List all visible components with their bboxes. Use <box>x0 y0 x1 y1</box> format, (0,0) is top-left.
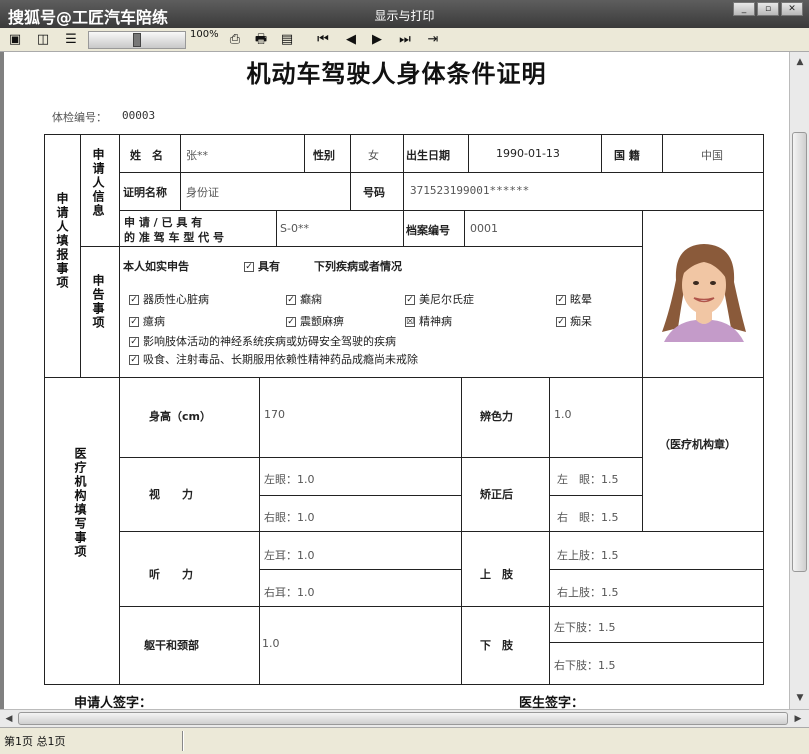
idno-value: 371523199001****** <box>410 184 530 197</box>
toolbar: ▣ ◫ ☰ 100% ⎙ 🖶 ▤ ⏮ ◀ ▶ ⏭ ⇥ <box>0 28 809 52</box>
name-value: 张** <box>186 149 208 162</box>
disease-item[interactable]: ✓ 吸食、注射毒品、长期服用依赖性精神药品成瘾尚未戒除 <box>129 351 418 367</box>
hearing-left: 左耳：1.0 <box>264 549 315 562</box>
upper-limb-label: 上 肢 <box>480 568 513 581</box>
license-value: S-0** <box>280 222 309 235</box>
first-page-icon[interactable]: ⏮ <box>314 31 332 49</box>
prev-page-icon[interactable]: ◀ <box>342 31 360 49</box>
exam-no-value: 00003 <box>122 109 156 122</box>
nation-label: 国 籍 <box>614 149 640 162</box>
disease-item[interactable]: ✓ 震颤麻痹 <box>286 313 344 329</box>
torso-value: 1.0 <box>262 637 280 650</box>
disease-item[interactable]: ✓ 美尼尔氏症 <box>405 291 474 307</box>
height-label: 身高（cm） <box>149 410 211 423</box>
applicant-signature-label: 申请人签字： <box>74 696 153 709</box>
zoom-value: 100% <box>190 29 219 40</box>
status-separator <box>182 731 184 751</box>
corrected-left: 左 眼：1.5 <box>557 473 619 486</box>
export-icon[interactable]: ▤ <box>278 31 296 49</box>
idno-label: 号码 <box>363 186 385 199</box>
declare-intro: 本人如实申告 <box>123 260 189 273</box>
declare-section-label: 申告事项 <box>91 274 105 330</box>
color-value: 1.0 <box>554 408 572 421</box>
stamp-label: （医疗机构章） <box>659 438 736 451</box>
vertical-scrollbar[interactable]: ▲ ▼ <box>789 52 809 709</box>
exit-icon[interactable]: ⇥ <box>424 31 442 49</box>
exam-no-label: 体检编号： <box>52 111 107 124</box>
medical-section-label: 医疗机构填写事项 <box>73 447 87 559</box>
hearing-label: 听 力 <box>149 568 193 581</box>
applicant-photo <box>662 244 746 342</box>
status-bar: 第1页 总1页 <box>0 727 809 754</box>
disease-item[interactable]: ☒ 精神病 <box>405 313 452 329</box>
window-title: 显示与打印 <box>374 9 435 23</box>
corrected-label: 矫正后 <box>480 488 513 501</box>
color-label: 辨色力 <box>480 410 513 423</box>
idtype-label: 证明名称 <box>123 186 167 199</box>
vision-left: 左眼：1.0 <box>264 473 315 486</box>
nation-value: 中国 <box>701 149 723 162</box>
info-section-label: 申请人信息 <box>91 148 105 218</box>
lower-limb-label: 下 肢 <box>480 639 513 652</box>
height-value: 170 <box>264 408 285 421</box>
scroll-up-icon[interactable]: ▲ <box>792 54 808 70</box>
declare-have: ✓ 具有 <box>244 260 280 273</box>
disease-item[interactable]: ✓ 痴呆 <box>556 313 592 329</box>
window-controls: _ ▫ ✕ <box>733 2 803 16</box>
disease-item[interactable]: ✓ 癔病 <box>129 313 165 329</box>
horizontal-scroll-thumb[interactable] <box>18 712 788 725</box>
scroll-left-icon[interactable]: ◀ <box>1 711 17 727</box>
restore-button[interactable]: ▫ <box>757 2 779 16</box>
zoom-slider[interactable] <box>88 31 186 49</box>
print-setup-icon[interactable]: ⎙ <box>226 31 244 49</box>
single-page-icon[interactable]: ▣ <box>6 31 24 49</box>
declare-have-checkbox[interactable]: ✓ <box>244 262 254 272</box>
upper-limb-left: 左上肢：1.5 <box>557 549 619 562</box>
license-label-2: 的 准 驾 车 型 代 号 <box>124 231 224 244</box>
vision-label: 视 力 <box>149 488 193 501</box>
applicant-section-label: 申请人填报事项 <box>55 192 69 290</box>
certificate-page: 机动车驾驶人身体条件证明 体检编号： 00003 申请人填报事项 申请人信息 申… <box>4 52 789 709</box>
two-page-icon[interactable]: ◫ <box>34 31 52 49</box>
title-bar: 搜狐号@工匠汽车陪练 显示与打印 _ ▫ ✕ <box>0 0 809 28</box>
zoom-slider-thumb[interactable] <box>133 33 141 47</box>
print-icon[interactable]: 🖶 <box>252 31 270 49</box>
vision-right: 右眼：1.0 <box>264 511 315 524</box>
disease-item[interactable]: ✓ 器质性心脏病 <box>129 291 209 307</box>
doctor-signature-label: 医生签字： <box>519 696 585 709</box>
lower-limb-right: 右下肢：1.5 <box>554 659 616 672</box>
sex-label: 性别 <box>313 149 335 162</box>
horizontal-scrollbar[interactable]: ◀ ▶ <box>0 709 809 727</box>
hearing-right: 右耳：1.0 <box>264 586 315 599</box>
upper-limb-right: 右上肢：1.5 <box>557 586 619 599</box>
sex-value: 女 <box>368 149 379 162</box>
dob-value: 1990-01-13 <box>496 147 560 160</box>
declare-tail: 下列疾病或者情况 <box>314 260 402 273</box>
close-button[interactable]: ✕ <box>781 2 803 16</box>
idtype-value: 身份证 <box>186 186 219 199</box>
vertical-scroll-thumb[interactable] <box>792 132 807 572</box>
torso-label: 躯干和颈部 <box>144 639 199 652</box>
document-area: 机动车驾驶人身体条件证明 体检编号： 00003 申请人填报事项 申请人信息 申… <box>0 52 809 709</box>
corrected-right: 右 眼：1.5 <box>557 511 619 524</box>
license-label-1: 申 请 / 已 具 有 <box>124 216 203 229</box>
minimize-button[interactable]: _ <box>733 2 755 16</box>
page-list-icon[interactable]: ☰ <box>62 31 80 49</box>
dob-label: 出生日期 <box>406 149 450 162</box>
disease-item[interactable]: ✓ 癫痫 <box>286 291 322 307</box>
disease-item[interactable]: ✓ 影响肢体活动的神经系统疾病或妨碍安全驾驶的疾病 <box>129 333 396 349</box>
scroll-down-icon[interactable]: ▼ <box>792 690 808 706</box>
name-label: 姓 名 <box>130 149 163 162</box>
scroll-right-icon[interactable]: ▶ <box>790 711 806 727</box>
last-page-icon[interactable]: ⏭ <box>396 31 414 49</box>
page-info: 第1页 总1页 <box>4 735 66 748</box>
file-no-label: 档案编号 <box>406 224 450 237</box>
disease-item[interactable]: ✓ 眩晕 <box>556 291 592 307</box>
lower-limb-left: 左下肢：1.5 <box>554 621 616 634</box>
file-no-value: 0001 <box>470 222 498 235</box>
page-title: 机动车驾驶人身体条件证明 <box>246 60 547 88</box>
next-page-icon[interactable]: ▶ <box>368 31 386 49</box>
